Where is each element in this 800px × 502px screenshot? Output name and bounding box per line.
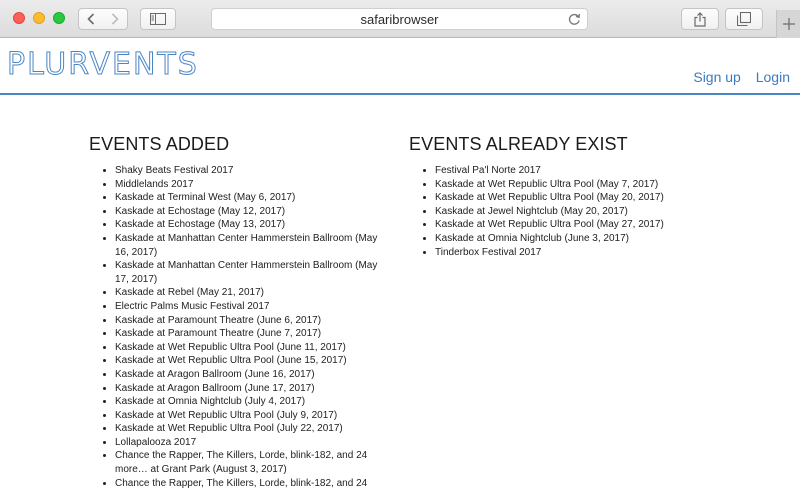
list-item: Kaskade at Wet Republic Ultra Pool (June… bbox=[115, 354, 389, 368]
tab-overview-button[interactable] bbox=[725, 8, 763, 30]
forward-button[interactable] bbox=[102, 8, 128, 30]
list-item: Kaskade at Wet Republic Ultra Pool (June… bbox=[115, 341, 389, 355]
reload-icon[interactable] bbox=[568, 12, 581, 26]
plus-icon bbox=[782, 18, 795, 30]
sidebar-toggle-button[interactable] bbox=[140, 8, 176, 30]
url-text: safaribrowser bbox=[360, 12, 439, 27]
address-bar[interactable]: safaribrowser bbox=[211, 8, 588, 30]
close-window-icon[interactable] bbox=[13, 12, 25, 24]
list-item: Kaskade at Manhattan Center Hammerstein … bbox=[115, 259, 389, 286]
back-button[interactable] bbox=[78, 8, 103, 30]
list-item: Kaskade at Paramount Theatre (June 6, 20… bbox=[115, 314, 389, 328]
chevron-left-icon bbox=[86, 13, 94, 25]
minimize-window-icon[interactable] bbox=[33, 12, 45, 24]
list-item: Kaskade at Echostage (May 12, 2017) bbox=[115, 205, 389, 219]
share-icon bbox=[694, 11, 706, 27]
events-exist-list: Festival Pa'l Norte 2017Kaskade at Wet R… bbox=[409, 164, 709, 259]
list-item: Kaskade at Aragon Ballroom (June 16, 201… bbox=[115, 368, 389, 382]
tabs-icon bbox=[737, 12, 751, 26]
list-item: Kaskade at Echostage (May 13, 2017) bbox=[115, 218, 389, 232]
list-item: Kaskade at Rebel (May 21, 2017) bbox=[115, 286, 389, 300]
list-item: Electric Palms Music Festival 2017 bbox=[115, 300, 389, 314]
login-link[interactable]: Login bbox=[756, 69, 790, 85]
list-item: Festival Pa'l Norte 2017 bbox=[435, 164, 709, 178]
events-added-heading: EVENTS ADDED bbox=[89, 134, 230, 154]
sidebar-icon bbox=[150, 13, 166, 25]
list-item: Kaskade at Wet Republic Ultra Pool (May … bbox=[435, 218, 709, 232]
list-item: Kaskade at Manhattan Center Hammerstein … bbox=[115, 232, 389, 259]
events-exist-heading: EVENTS ALREADY EXIST bbox=[409, 134, 628, 154]
list-item: Kaskade at Jewel Nightclub (May 20, 2017… bbox=[435, 205, 709, 219]
signup-link[interactable]: Sign up bbox=[693, 69, 740, 85]
events-added-list: Shaky Beats Festival 2017Middlelands 201… bbox=[89, 164, 389, 490]
list-item: Kaskade at Wet Republic Ultra Pool (May … bbox=[435, 178, 709, 192]
list-item: Kaskade at Wet Republic Ultra Pool (July… bbox=[115, 409, 389, 423]
list-item: Chance the Rapper, The Killers, Lorde, b… bbox=[115, 477, 389, 491]
list-item: Kaskade at Wet Republic Ultra Pool (July… bbox=[115, 422, 389, 436]
list-item: Tinderbox Festival 2017 bbox=[435, 246, 709, 260]
zoom-window-icon[interactable] bbox=[53, 12, 65, 24]
events-added-section: EVENTS ADDED Shaky Beats Festival 2017Mi… bbox=[89, 134, 389, 490]
list-item: Shaky Beats Festival 2017 bbox=[115, 164, 389, 178]
chevron-right-icon bbox=[111, 13, 119, 25]
share-button[interactable] bbox=[681, 8, 719, 30]
auth-links: Sign up Login bbox=[682, 69, 790, 85]
list-item: Kaskade at Paramount Theatre (June 7, 20… bbox=[115, 327, 389, 341]
list-item: Kaskade at Terminal West (May 6, 2017) bbox=[115, 191, 389, 205]
site-logo[interactable]: PLURVENTS bbox=[7, 49, 199, 80]
list-item: Kaskade at Wet Republic Ultra Pool (May … bbox=[435, 191, 709, 205]
browser-toolbar: safaribrowser bbox=[0, 0, 800, 38]
events-exist-section: EVENTS ALREADY EXIST Festival Pa'l Norte… bbox=[409, 134, 709, 259]
list-item: Kaskade at Aragon Ballroom (June 17, 201… bbox=[115, 382, 389, 396]
browser-window: safaribrowser PLURVENTS Sign up Login EV… bbox=[0, 0, 800, 502]
list-item: Lollapalooza 2017 bbox=[115, 436, 389, 450]
list-item: Middlelands 2017 bbox=[115, 178, 389, 192]
list-item: Chance the Rapper, The Killers, Lorde, b… bbox=[115, 449, 389, 476]
site-header: PLURVENTS Sign up Login bbox=[0, 38, 800, 95]
new-tab-button[interactable] bbox=[776, 10, 800, 38]
list-item: Kaskade at Omnia Nightclub (June 3, 2017… bbox=[435, 232, 709, 246]
list-item: Kaskade at Omnia Nightclub (July 4, 2017… bbox=[115, 395, 389, 409]
